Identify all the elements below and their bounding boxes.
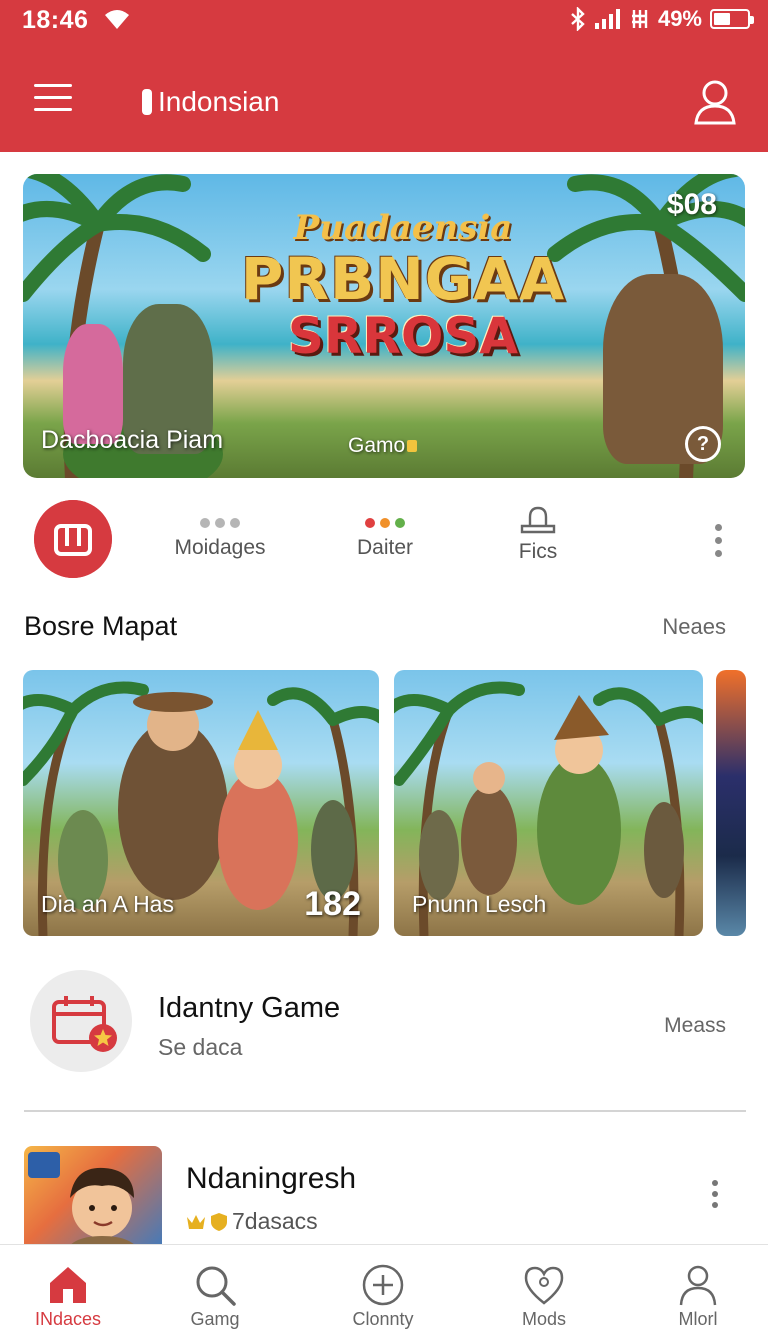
colored-dots-icon [325, 510, 445, 536]
hero-logo-line3: SRROSA [287, 307, 519, 365]
battery-icon [710, 9, 754, 29]
nav-label: Clonnty [352, 1309, 414, 1329]
calendar-star-icon [52, 996, 117, 1052]
card-number: 182 [304, 885, 361, 923]
section-title: Bosre Mapat [24, 611, 178, 641]
hero-logo: Puadaensia PRBNGAA SRROSA [223, 208, 583, 362]
quick-item-fics[interactable]: Fics [478, 506, 598, 564]
more-options-icon[interactable] [710, 1180, 720, 1210]
card-title: Pnunn Lesch [412, 891, 547, 917]
list-item-meta: Meass [664, 1014, 726, 1037]
quick-item-label: Fics [518, 540, 558, 563]
crown-icon [187, 1214, 205, 1229]
game-card-partial[interactable] [716, 670, 746, 936]
list-item[interactable]: Ndaningresh 7dasacs [0, 1144, 768, 1256]
nav-label: Mods [521, 1309, 566, 1329]
game-card[interactable]: Dia an A Has 182 [23, 670, 379, 936]
list-item-subtitle: 7dasacs [232, 1208, 318, 1234]
list-item-avatar [30, 970, 132, 1072]
signal-icon [594, 9, 620, 29]
quick-item-moidages[interactable]: Moidages [160, 510, 280, 560]
hero-logo-line2: PRBNGAA [240, 245, 566, 313]
badge-icon [211, 1212, 227, 1231]
status-bar: 18:46 49% [0, 0, 768, 40]
plus-circle-icon [362, 1264, 404, 1306]
list-item-title: Idantny Game [158, 992, 341, 1024]
game-card[interactable]: Pnunn Lesch [394, 670, 703, 936]
list-item[interactable]: Idantny Game Se daca Meass [0, 966, 768, 1078]
hero-sub: Gamo [348, 434, 418, 458]
bluetooth-icon [571, 7, 585, 31]
app-bar: 18:46 49% Indonsian [0, 0, 768, 152]
nav-label: Mlorl [678, 1309, 718, 1329]
list-item-subtitle: Se daca [158, 1034, 243, 1060]
hero-logo-line1: Puadaensia [293, 208, 513, 248]
list-item-thumbnail [24, 1146, 162, 1256]
lock-icon [407, 440, 418, 452]
bell-icon [520, 506, 556, 534]
nav-item-search[interactable]: Gamg [155, 1263, 275, 1330]
section-more-link[interactable]: Neaes [662, 614, 726, 640]
profile-icon [679, 1265, 717, 1306]
hero-price: $08 [666, 188, 717, 221]
hero-caption: Dacboacia Piam [41, 426, 224, 454]
bottom-navigation: INdaces Gamg Clonnty Mods Mlorl [0, 1244, 768, 1344]
nav-item-community[interactable]: Clonnty [323, 1263, 443, 1330]
menu-icon [34, 84, 72, 87]
profile-icon[interactable] [692, 78, 738, 126]
card-title: Dia an A Has [41, 891, 174, 917]
battery-percent: 49% [657, 6, 702, 31]
wifi-icon [105, 10, 129, 29]
quick-item-label: Daiter [356, 536, 414, 559]
heart-icon [524, 1266, 564, 1305]
hero-sub-label: Gamo [348, 434, 406, 457]
language-icon [142, 89, 152, 115]
quick-actions: Moidages Daiter Fics [0, 496, 768, 586]
status-right: 49% [570, 6, 754, 32]
hero-banner[interactable]: Puadaensia PRBNGAA SRROSA $08 Dacboacia … [23, 174, 745, 478]
home-icon [50, 1267, 86, 1303]
character-portrait [28, 1152, 142, 1256]
quick-item-label: Moidages [174, 536, 266, 559]
language-label: Indonsian [158, 86, 280, 117]
help-icon[interactable]: ? [685, 426, 721, 462]
nav-item-home[interactable]: INdaces [8, 1263, 128, 1330]
quick-item-daiter[interactable]: Daiter [325, 510, 445, 560]
divider [24, 1110, 746, 1112]
dots-icon [160, 510, 280, 536]
nav-item-mods[interactable]: Mods [484, 1263, 604, 1330]
search-icon [196, 1266, 236, 1306]
more-options-icon[interactable] [712, 524, 724, 560]
menu-button[interactable] [34, 84, 80, 118]
list-item-subtitle-row: 7dasacs [186, 1208, 318, 1235]
network-icon [631, 10, 648, 28]
nav-label: Gamg [190, 1309, 240, 1329]
nav-label: INdaces [34, 1309, 102, 1329]
language-selector[interactable]: Indonsian [142, 86, 279, 118]
list-item-title: Ndaningresh [186, 1162, 357, 1195]
status-time: 18:46 [22, 6, 89, 34]
nav-item-profile[interactable]: Mlorl [638, 1263, 758, 1330]
brand-logo-button[interactable] [34, 500, 112, 578]
